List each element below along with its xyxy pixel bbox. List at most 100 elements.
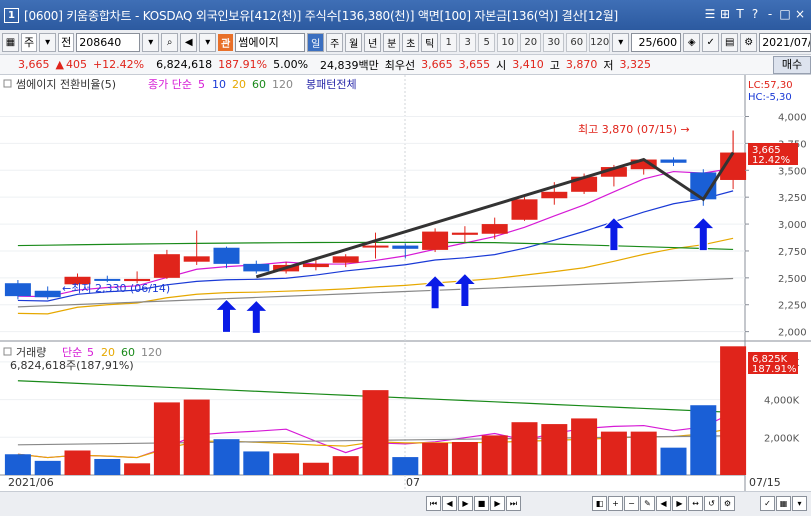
sound-dropdown-icon[interactable]: ▾ [199,32,217,52]
chart-tool-icon[interactable]: ◈ [683,32,701,52]
zoom-out-icon[interactable]: − [624,496,639,511]
price-tick-label: 2,500 [778,274,807,285]
scroll-last-icon[interactable]: ⏭ [506,496,521,511]
interval-5[interactable]: 5 [478,32,496,52]
interest-badge[interactable]: 관 [218,33,234,51]
period-week[interactable]: 주 [326,32,344,52]
dropdown-icon[interactable]: ▾ [792,496,807,511]
settings-icon[interactable]: ⚙ [740,32,758,52]
volume-bar [64,450,91,475]
maximize-button[interactable]: □ [778,6,792,22]
volume-bar [660,447,687,475]
fit-icon[interactable]: ↔ [688,496,703,511]
low-annotation: ←최저 2,330 (06/14) [62,282,170,295]
interval-30[interactable]: 30 [543,32,565,52]
chart-area[interactable]: 4,0003,7503,5003,2503,0002,7502,5002,250… [0,75,811,491]
window-title: [0600] 키움종합차트 - KOSDAQ 외국인보유[412(천)] 주식수… [24,8,619,23]
scroll-next-icon[interactable]: ▶ [490,496,505,511]
stock-chart[interactable]: 4,0003,7503,5003,2503,0002,7502,5002,250… [0,75,811,491]
code-dropdown-icon[interactable]: ▾ [142,32,160,52]
price-badge-pct: 12.42% [752,155,790,166]
interval-60[interactable]: 60 [566,32,588,52]
pin-icon[interactable]: ✓ [760,496,775,511]
candle-body [34,290,61,298]
volume-bar [720,346,747,475]
volume-bar [243,451,270,475]
interval-10[interactable]: 10 [497,32,519,52]
period-second[interactable]: 초 [402,32,420,52]
stop-icon[interactable]: ■ [474,496,489,511]
volume-tick-label: 2,000K [764,433,800,444]
up-triangle-icon: ▲ [55,58,64,71]
high-label: 고 [549,58,560,72]
period-day[interactable]: 일 [307,32,325,52]
period-year[interactable]: 년 [364,32,382,52]
turnover-rate: 5.00% [273,58,309,71]
volume-legend-title: 거래량 [16,346,46,359]
period-minute[interactable]: 분 [383,32,401,52]
price-tick-label: 3,500 [778,166,807,177]
interval-dropdown-icon[interactable]: ▾ [612,32,630,52]
bid-price: 3,655 [458,58,491,71]
interval-20[interactable]: 20 [520,32,542,52]
volume-bar [511,422,538,475]
volume-bar [124,463,151,475]
interval-120[interactable]: 120 [589,32,611,52]
zoom-in-icon[interactable]: + [608,496,623,511]
volume-pct: 187.91% [218,58,268,71]
legend-ma-label: 종가 단순 [148,78,192,91]
volume-bar [4,454,31,475]
legend-pattern: 봉패턴전체 [306,78,357,91]
close-button[interactable]: × [793,6,807,22]
scroll-left-icon[interactable]: ◀ [656,496,671,511]
low-price: 3,325 [619,58,652,71]
scroll-right-icon[interactable]: ▶ [672,496,687,511]
interval-3[interactable]: 3 [459,32,477,52]
chevron-down-icon[interactable]: ▾ [39,32,57,52]
all-button[interactable]: 전 [58,32,75,52]
trade-amount: 24,839백만 [320,58,379,72]
x-label-july: 07 [406,476,420,489]
volume-bar [332,456,359,475]
candle-body [511,199,538,220]
scroll-prev-icon[interactable]: ◀ [442,496,457,511]
page-count-field[interactable]: 25/600 [631,32,682,52]
zoom-icon[interactable]: ◧ [592,496,607,511]
price-tick-label: 3,250 [778,193,807,204]
stock-code-input[interactable]: 208640 [76,32,141,52]
date-field[interactable]: 2021/07/15 [759,32,811,52]
x-label-right: 07/15 [749,476,781,489]
font-icon[interactable]: T [733,6,747,22]
search-icon[interactable]: ⌕ [161,32,179,52]
volume-bar [362,390,389,475]
stock-name-field: 썸에이지 [235,32,306,52]
volume-bar [600,431,627,475]
period-month[interactable]: 월 [345,32,363,52]
price-change: 405 [65,58,87,71]
help-icon[interactable]: ? [748,6,762,22]
grid-icon[interactable]: ▦ [2,32,19,52]
speaker-icon[interactable]: ◀ [180,32,198,52]
layout-grid-icon[interactable]: ▤ [721,32,739,52]
layout-icon[interactable]: ▦ [776,496,791,511]
play-icon[interactable]: ▶ [458,496,473,511]
reset-icon[interactable]: ↺ [704,496,719,511]
interval-1[interactable]: 1 [440,32,458,52]
layout-icon[interactable]: ⊞ [718,6,732,22]
setting-icon[interactable]: ⚙ [720,496,735,511]
period-tick[interactable]: 틱 [421,32,439,52]
candle-body [660,159,687,163]
check-icon[interactable]: ✓ [702,32,720,52]
volume-bar [481,435,508,475]
tool-icon[interactable]: ✎ [640,496,655,511]
price-tick-label: 3,000 [778,220,807,231]
chart-scrollbar[interactable]: ⏮ ◀ ▶ ■ ▶ ⏭ ◧ + − ✎ ◀ ▶ ↔ ↺ ⚙ ✓ ▦ ▾ [0,491,811,516]
market-type-button[interactable]: 주 [21,32,38,52]
minimize-button[interactable]: - [763,6,777,22]
price-change-pct: +12.42% [92,58,145,71]
menu-icon[interactable]: ☰ [703,6,717,22]
scroll-first-icon[interactable]: ⏮ [426,496,441,511]
volume-bar [690,405,717,475]
candle-body [213,247,240,264]
buy-button[interactable]: 매수 [773,56,811,74]
